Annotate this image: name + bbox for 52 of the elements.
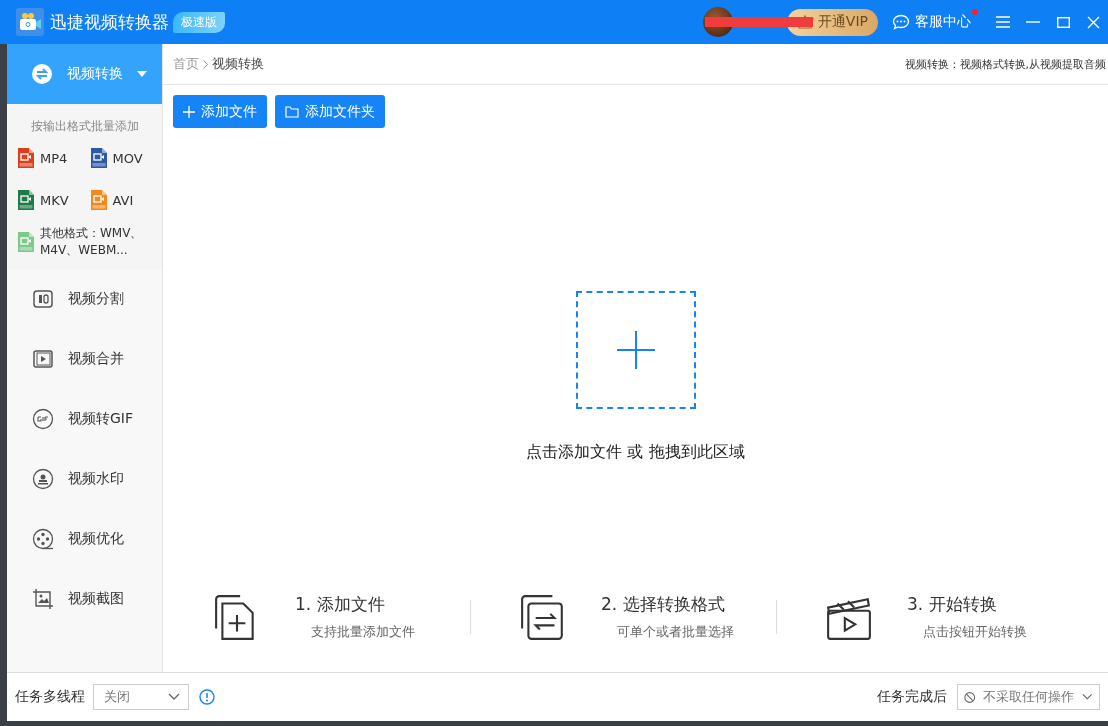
add-file-button[interactable]: 添加文件 [173,95,267,128]
step-title: 3. 开始转换 [907,593,998,616]
sidebar-item[interactable]: 视频优化 [7,509,162,569]
chevron-right-icon [203,59,208,69]
close-icon[interactable] [1086,15,1100,29]
after-task-label: 任务完成后 [877,688,947,706]
sidebar-item[interactable]: 视频合并 [7,329,162,389]
breadcrumb-item: 视频转换 [212,55,264,73]
chat-icon [892,14,910,30]
customer-service-link[interactable]: 客服中心 [892,13,971,31]
menu-icon[interactable] [996,16,1010,28]
edition-badge: 极速版 [173,11,225,33]
plus-icon [183,105,195,118]
gif-icon [32,408,54,430]
threads-select[interactable]: 关闭 [93,684,189,710]
format-shortcut[interactable]: MKV [17,189,90,211]
convert-icon [31,63,53,85]
format-shortcut[interactable]: MP4 [17,147,90,169]
split-icon [32,288,54,310]
step-subtitle: 点击按钮开始转换 [922,624,1027,641]
threads-label: 任务多线程 [15,688,85,706]
page-description: 视频转换：视频格式转换,从视频提取音频 [904,56,1107,72]
chevron-down-icon [1082,693,1093,701]
add-folder-button[interactable]: 添加文件夹 [275,95,385,128]
folder-icon [285,105,299,118]
prohibited-icon [964,690,976,704]
drop-hint: 点击添加文件 或 拖拽到此区域 [526,442,745,463]
sidebar-item[interactable]: 视频水印 [7,449,162,509]
dropdown-caret-icon [137,71,147,77]
step-subtitle: 可单个或者批量选择 [616,624,734,641]
other-formats-shortcut[interactable]: 其他格式：WMV、M4V、WEBM... [7,211,162,269]
watermark-icon [32,468,54,490]
step-subtitle: 支持批量添加文件 [310,624,415,641]
format-shortcut[interactable]: MOV [89,147,162,169]
screenshot-icon [32,588,54,610]
chevron-down-icon [168,693,180,701]
plus-icon [616,331,655,369]
optimize-icon [32,528,54,550]
after-task-select[interactable]: 不采取任何操作 [957,684,1100,710]
format-shortcut[interactable]: AVI [89,189,162,211]
merge-icon [32,348,54,370]
step-title: 1. 添加文件 [295,593,386,616]
sidebar-item[interactable]: 视频分割 [7,269,162,329]
info-icon[interactable] [199,689,215,705]
sidebar-item[interactable]: 视频转GIF [7,389,162,449]
app-title: 迅捷视频转换器 [50,10,169,34]
drop-zone[interactable] [575,291,696,409]
format-hint: 按输出格式批量添加 [29,118,140,135]
maximize-icon[interactable] [1056,16,1070,28]
logo-icon [16,8,44,36]
sidebar-item[interactable]: 视频截图 [7,569,162,629]
step-title: 2. 选择转换格式 [601,593,726,616]
